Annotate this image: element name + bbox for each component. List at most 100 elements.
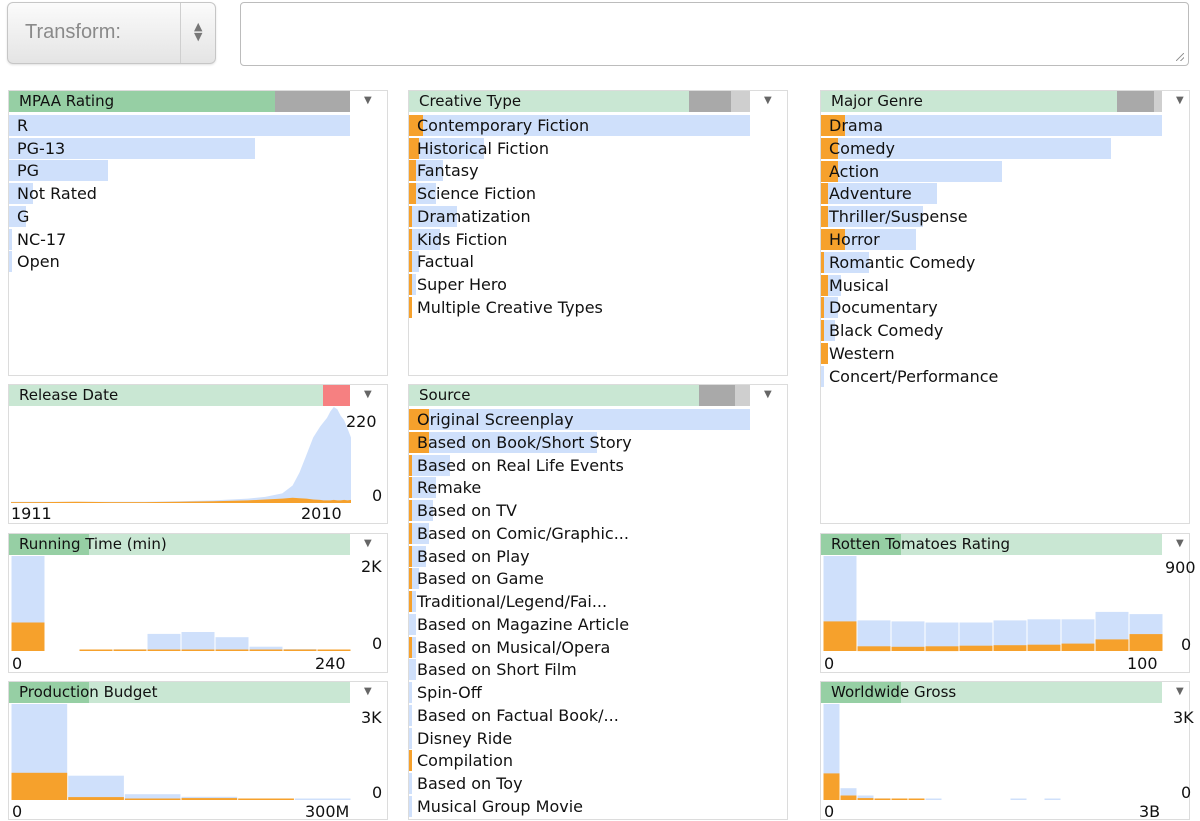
- histogram-bar-selected: [1061, 643, 1095, 651]
- list-item[interactable]: PG-13: [9, 137, 350, 160]
- histogram-bar-selected: [925, 646, 959, 652]
- worldwide-gross-histogram[interactable]: [823, 704, 1163, 800]
- list-item[interactable]: Based on Comic/Graphic...: [409, 522, 750, 545]
- list-item[interactable]: Multiple Creative Types: [409, 296, 750, 319]
- list-item[interactable]: Thriller/Suspense: [821, 206, 1162, 228]
- list-item[interactable]: Contemporary Fiction: [409, 115, 750, 137]
- list-item[interactable]: Original Screenplay: [409, 409, 750, 431]
- list-item[interactable]: Compilation: [409, 750, 750, 772]
- list-item[interactable]: Open: [9, 251, 350, 273]
- histogram-bar-selected: [317, 649, 351, 651]
- x-min-label: 1911: [11, 504, 52, 523]
- list-item[interactable]: PG: [9, 160, 350, 182]
- list-item[interactable]: Black Comedy: [821, 320, 1162, 342]
- list-item[interactable]: G: [9, 205, 350, 228]
- y-max-label: 900: [1165, 558, 1196, 577]
- list-item[interactable]: Based on Toy: [409, 773, 750, 795]
- dropdown-triangle-icon[interactable]: ▼: [364, 95, 372, 106]
- list-item[interactable]: Remake: [409, 477, 750, 499]
- panel-source: Source ▼ Original Screenplay Based on Boo…: [408, 384, 788, 820]
- selected-bar: [821, 183, 828, 205]
- list-item[interactable]: Based on Musical/Opera: [409, 636, 750, 659]
- panel-header[interactable]: MPAA Rating: [9, 91, 350, 112]
- panel-header[interactable]: Major Genre: [821, 91, 1162, 112]
- list-item[interactable]: Adventure: [821, 183, 1162, 205]
- count-bar: [821, 365, 825, 387]
- list-item[interactable]: Historical Fiction: [409, 137, 750, 160]
- panel-title: Production Budget: [19, 683, 158, 701]
- list-item[interactable]: Not Rated: [9, 183, 350, 205]
- list-item-label: Western: [829, 344, 895, 363]
- panel-header[interactable]: Worldwide Gross: [821, 682, 1162, 703]
- list-item[interactable]: Based on Book/Short Story: [409, 431, 750, 454]
- dropdown-triangle-icon[interactable]: ▼: [364, 686, 372, 697]
- list-item[interactable]: Super Hero: [409, 273, 750, 296]
- list-item[interactable]: Based on Factual Book/...: [409, 704, 750, 727]
- y-min-label: 0: [372, 783, 383, 802]
- panel-title: Source: [419, 386, 471, 404]
- list-item[interactable]: Spin-Off: [409, 682, 750, 704]
- count-bar: [409, 773, 413, 794]
- list-item[interactable]: Based on Short Film: [409, 659, 750, 681]
- list-item[interactable]: Musical Group Movie: [409, 795, 750, 818]
- production-budget-histogram[interactable]: [11, 704, 351, 800]
- list-item[interactable]: Based on Play: [409, 545, 750, 568]
- panel-header[interactable]: Rotten Tomatoes Rating: [821, 534, 1162, 555]
- list-item[interactable]: Concert/Performance: [821, 365, 1162, 388]
- transform-select[interactable]: Transform: ▲ ▼: [7, 2, 216, 64]
- histogram-bar: [147, 633, 181, 651]
- panel-header[interactable]: Release Date: [9, 385, 350, 406]
- list-item[interactable]: Dramatization: [409, 205, 750, 228]
- dropdown-triangle-icon[interactable]: ▼: [1176, 95, 1184, 106]
- histogram-bar-selected: [1027, 644, 1061, 651]
- selected-bar: [821, 297, 825, 319]
- rotten-tomatoes-histogram[interactable]: [823, 556, 1163, 652]
- list-item[interactable]: Drama: [821, 115, 1162, 137]
- dropdown-triangle-icon[interactable]: ▼: [1176, 538, 1184, 549]
- selected-bar: [821, 206, 828, 228]
- list-item[interactable]: Comedy: [821, 137, 1162, 160]
- list-item[interactable]: Romantic Comedy: [821, 251, 1162, 274]
- header-segment-red: [323, 385, 350, 406]
- list-item[interactable]: Science Fiction: [409, 183, 750, 205]
- histogram-bar-selected: [857, 646, 891, 652]
- list-item-label: Based on TV: [417, 501, 517, 520]
- list-item[interactable]: Fantasy: [409, 160, 750, 182]
- select-divider: [180, 3, 181, 63]
- dropdown-triangle-icon[interactable]: ▼: [1176, 686, 1184, 697]
- list-item[interactable]: Musical: [821, 274, 1162, 297]
- running-time-histogram[interactable]: [11, 556, 351, 651]
- release-date-area-chart[interactable]: [11, 407, 351, 503]
- list-item[interactable]: Based on TV: [409, 500, 750, 522]
- panel-creative-type: Creative Type ▼ Contemporary Fiction Hist…: [408, 90, 788, 376]
- list-item[interactable]: R: [9, 115, 350, 137]
- dropdown-triangle-icon[interactable]: ▼: [764, 95, 772, 106]
- resize-grip-icon[interactable]: [1176, 53, 1184, 61]
- list-item[interactable]: Western: [821, 343, 1162, 365]
- list-item[interactable]: Traditional/Legend/Fai...: [409, 591, 750, 613]
- list-item[interactable]: Action: [821, 160, 1162, 183]
- list-item[interactable]: Disney Ride: [409, 727, 750, 750]
- list-item[interactable]: Based on Game: [409, 568, 750, 590]
- list-item[interactable]: Horror: [821, 229, 1162, 251]
- query-textarea[interactable]: [240, 2, 1189, 66]
- list-item[interactable]: NC-17: [9, 228, 350, 251]
- area-selected: [11, 497, 351, 503]
- panel-header[interactable]: Creative Type: [409, 91, 750, 112]
- list-item[interactable]: Based on Magazine Article: [409, 613, 750, 636]
- list-item-label: Thriller/Suspense: [829, 207, 968, 227]
- panel-title: Worldwide Gross: [831, 683, 957, 701]
- list-item-label: Horror: [829, 230, 880, 249]
- count-bar: [9, 115, 350, 136]
- list-item[interactable]: Documentary: [821, 297, 1162, 319]
- dropdown-triangle-icon[interactable]: ▼: [364, 389, 372, 400]
- panel-header[interactable]: Running Time (min): [9, 534, 350, 555]
- dropdown-triangle-icon[interactable]: ▼: [764, 389, 772, 400]
- dropdown-triangle-icon[interactable]: ▼: [364, 538, 372, 549]
- list-item-label: Based on Musical/Opera: [417, 637, 611, 657]
- list-item[interactable]: Factual: [409, 251, 750, 273]
- list-item[interactable]: Kids Fiction: [409, 228, 750, 251]
- panel-header[interactable]: Production Budget: [9, 682, 350, 703]
- panel-header[interactable]: Source: [409, 385, 750, 406]
- list-item[interactable]: Based on Real Life Events: [409, 454, 750, 477]
